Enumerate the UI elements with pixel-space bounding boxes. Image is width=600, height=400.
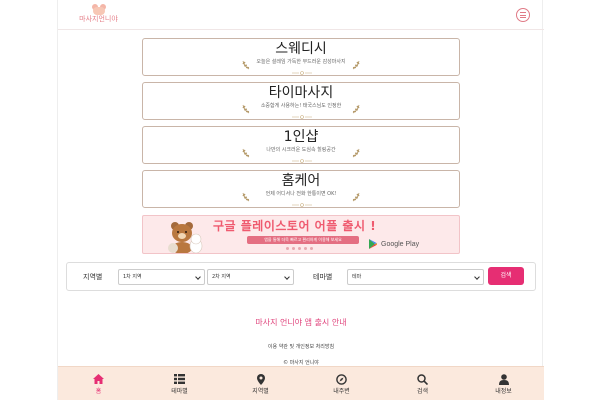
banner-caption: 앱을 통해 더욱 빠르고 편리하게 이용해 보세요	[247, 236, 359, 244]
nav-label: 내주변	[333, 388, 350, 395]
category-subtitle: 소중함게 사용하는! 태국스님도 인정한	[260, 103, 342, 109]
category-title: 스웨디시	[275, 41, 327, 57]
region1-select[interactable]: 1차 지역	[118, 269, 205, 285]
nav-my-info[interactable]: 내정보	[463, 367, 544, 400]
map-pin-icon	[255, 373, 267, 385]
region2-select[interactable]: 2차 지역	[207, 269, 294, 285]
google-play-badge[interactable]: Google Play	[369, 237, 429, 251]
logo[interactable]: 마사지언니야	[76, 4, 121, 26]
top-header: 마사지언니야	[58, 0, 544, 30]
theme-select[interactable]: 테마	[347, 269, 484, 285]
laurel-right-icon	[352, 104, 360, 114]
laurel-left-icon	[242, 148, 250, 158]
carousel-dots	[286, 247, 313, 250]
laurel-right-icon	[352, 192, 360, 202]
ornament-icon	[292, 203, 312, 207]
notice-text: 이용 약관 및 개인정보 처리방침	[267, 344, 335, 350]
home-icon	[93, 373, 105, 385]
category-list: 스웨디시 오늘은 설레임 가득한 부드러운 감성마사지 타이마사지 소중함게 사…	[142, 38, 460, 214]
nav-label: 내정보	[495, 388, 512, 395]
app-release-banner[interactable]: 구글 플레이스토어 어플 출시 ! 앱을 통해 더욱 빠르고 편리하게 이용해 …	[142, 215, 460, 254]
list-icon	[174, 373, 186, 385]
hamburger-menu-icon[interactable]	[516, 8, 530, 22]
google-play-label: Google Play	[381, 240, 420, 248]
category-title: 홈케어	[281, 173, 321, 189]
category-card-swedish[interactable]: 스웨디시 오늘은 설레임 가득한 부드러운 감성마사지	[142, 38, 460, 76]
page: 마사지언니야 스웨디시 오늘은 설레임 가득한 부드러운 감성마사지 타이마사지…	[0, 0, 600, 400]
nav-label: 지역별	[252, 388, 269, 395]
category-subtitle: 언제 어디서나 전화 한통이면 OK!	[265, 191, 337, 197]
laurel-right-icon	[352, 148, 360, 158]
region-label: 지역별	[83, 273, 103, 281]
category-subtitle: 나만의 시크러운 도심속 힐링공간	[266, 147, 336, 153]
laurel-right-icon	[352, 60, 360, 70]
ornament-icon	[292, 115, 312, 119]
nav-nearby[interactable]: 내주변	[301, 367, 382, 400]
nav-theme[interactable]: 테마별	[139, 367, 220, 400]
category-title: 타이마사지	[268, 85, 334, 101]
search-panel: 지역별 1차 지역 2차 지역 테마별 테마 검색	[66, 262, 536, 291]
nav-label: 검색	[416, 388, 429, 395]
category-title: 1인샵	[283, 129, 319, 145]
ornament-icon	[292, 159, 312, 163]
theme-label: 테마별	[313, 273, 333, 281]
category-subtitle: 오늘은 설레임 가득한 부드러운 감성마사지	[256, 59, 346, 65]
app-column: 마사지언니야 스웨디시 오늘은 설레임 가득한 부드러운 감성마사지 타이마사지…	[57, 0, 544, 400]
compass-icon	[336, 373, 348, 385]
logo-bear-icon	[90, 4, 108, 15]
category-card-one-person-shop[interactable]: 1인샵 나만의 시크러운 도심속 힐링공간	[142, 126, 460, 164]
nav-search[interactable]: 검색	[382, 367, 463, 400]
category-card-home-care[interactable]: 홈케어 언제 어디서나 전화 한통이면 OK!	[142, 170, 460, 208]
ornament-icon	[292, 71, 312, 75]
nav-label: 홈	[95, 388, 102, 395]
laurel-left-icon	[242, 192, 250, 202]
nav-home[interactable]: 홈	[58, 367, 139, 400]
search-icon	[417, 373, 429, 385]
notice-title[interactable]: 마사지 언니야 앱 출시 안내	[58, 317, 544, 328]
nav-region[interactable]: 지역별	[220, 367, 301, 400]
laurel-left-icon	[242, 104, 250, 114]
banner-title: 구글 플레이스토어 어플 출시 !	[213, 219, 377, 233]
nav-label: 테마별	[171, 388, 188, 395]
bottom-nav: 홈 테마별 지역별 내주변 검색 내정보	[58, 366, 544, 400]
user-icon	[498, 373, 510, 385]
laurel-left-icon	[242, 60, 250, 70]
search-button[interactable]: 검색	[488, 267, 524, 285]
bear-mascot-icon	[168, 222, 203, 253]
google-play-icon	[369, 239, 377, 249]
logo-text: 마사지언니야	[79, 16, 118, 23]
category-card-thai[interactable]: 타이마사지 소중함게 사용하는! 태국스님도 인정한	[142, 82, 460, 120]
